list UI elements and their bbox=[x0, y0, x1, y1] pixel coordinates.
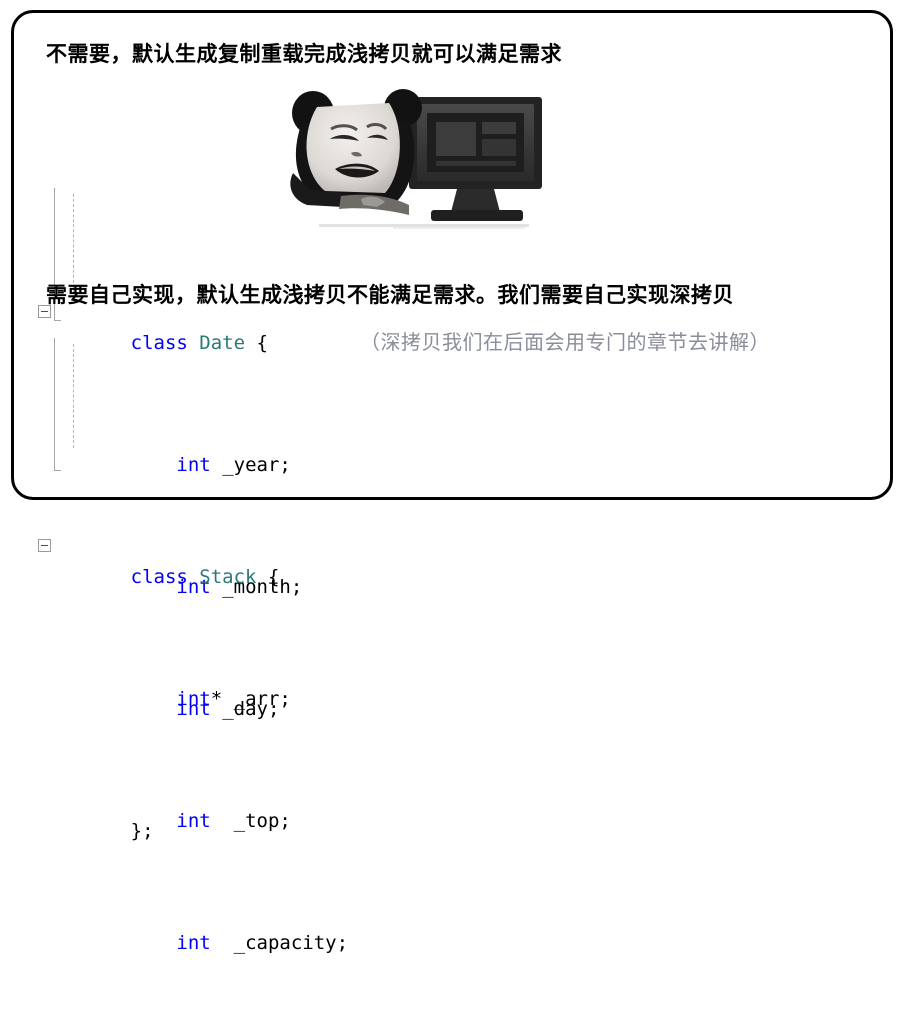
code-token-identifier: _capacity; bbox=[234, 932, 348, 954]
code-line: class Stack { bbox=[38, 532, 348, 563]
code-token-identifier: _arr; bbox=[234, 688, 291, 710]
panda-meme-illustration bbox=[285, 81, 568, 236]
code-indent bbox=[131, 810, 177, 832]
indent-guide-stack bbox=[73, 344, 74, 448]
statement-line-2: 需要自己实现，默认生成浅拷贝不能满足需求。我们需要自己实现深拷贝 bbox=[46, 281, 734, 309]
side-note-deep-copy: （深拷贝我们在后面会用专门的章节去讲解） bbox=[360, 330, 770, 356]
code-line: }; bbox=[38, 1020, 348, 1030]
outline-rail-stack bbox=[54, 338, 55, 471]
code-indent bbox=[131, 688, 177, 710]
code-token-space bbox=[211, 810, 234, 832]
code-indent bbox=[131, 932, 177, 954]
code-token-space bbox=[188, 566, 199, 588]
code-token-space bbox=[222, 688, 233, 710]
code-token-keyword: int bbox=[176, 810, 210, 832]
code-token-keyword: class bbox=[131, 566, 188, 588]
code-token-space bbox=[211, 932, 234, 954]
code-token-typename: Stack bbox=[199, 566, 256, 588]
statement-line-1: 不需要，默认生成复制重载完成浅拷贝就可以满足需求 bbox=[46, 40, 562, 68]
code-block-stack: class Stack { int* _arr; int _top; int _… bbox=[38, 318, 348, 1030]
code-token-brace: { bbox=[268, 566, 279, 588]
code-line: int _capacity; bbox=[38, 898, 348, 929]
slide-canvas: 不需要，默认生成复制重载完成浅拷贝就可以满足需求 class Date { in… bbox=[0, 0, 907, 515]
collapse-minus-icon[interactable] bbox=[38, 539, 51, 552]
code-token-pointer-star: * bbox=[211, 688, 222, 710]
code-line: int* _arr; bbox=[38, 654, 348, 685]
code-token-identifier: _top; bbox=[234, 810, 291, 832]
code-line: int _top; bbox=[38, 776, 348, 807]
panda-meme-image bbox=[285, 81, 568, 236]
code-token-keyword: int bbox=[176, 688, 210, 710]
panda-head-illustration bbox=[292, 89, 422, 203]
code-token-space bbox=[257, 566, 268, 588]
code-token-keyword: int bbox=[176, 932, 210, 954]
outline-rail-foot-stack bbox=[54, 470, 61, 471]
